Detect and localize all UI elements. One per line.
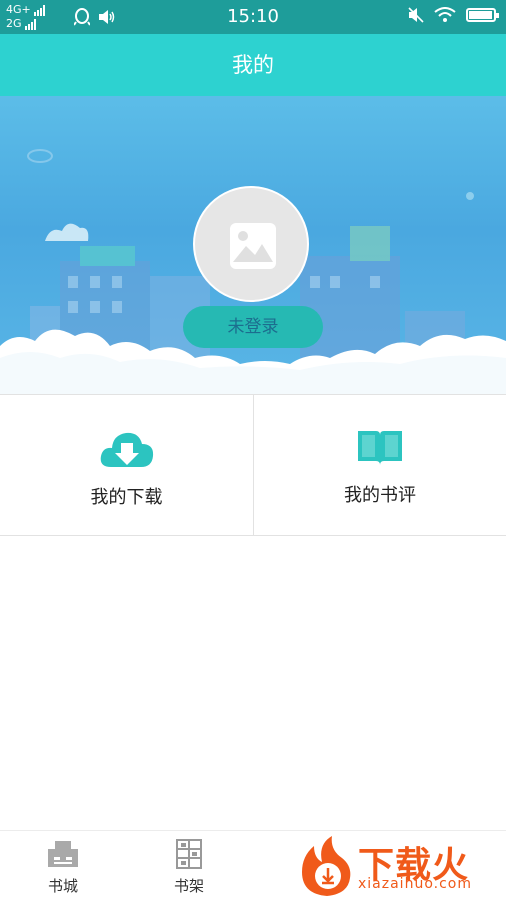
feature-grid: 我的下载 我的书评 xyxy=(0,394,506,536)
tab-bookstore[interactable]: 书城 xyxy=(28,839,98,896)
image-placeholder-icon xyxy=(230,223,276,269)
login-button[interactable]: 未登录 xyxy=(183,306,323,348)
bookshelf-icon xyxy=(176,839,202,869)
tab-bookstore-label: 书城 xyxy=(47,877,78,895)
profile-banner: 未登录 xyxy=(0,96,506,394)
cloud-download-icon xyxy=(100,432,153,467)
watermark-logo: 下载火 xiazaihuo.com xyxy=(298,832,506,900)
my-downloads-label: 我的下载 xyxy=(90,487,163,508)
page-title: 我的 xyxy=(0,34,506,96)
status-bar: 4G+ 2G 15:10 xyxy=(0,0,506,34)
mute-icon xyxy=(408,7,424,23)
watermark-url: xiazaihuo.com xyxy=(358,876,472,892)
open-book-icon xyxy=(358,431,402,465)
fire-logo-icon xyxy=(302,836,351,896)
my-downloads-button[interactable]: 我的下载 xyxy=(0,395,253,536)
tab-bookshelf-label: 书架 xyxy=(173,877,204,895)
my-reviews-button[interactable]: 我的书评 xyxy=(253,395,506,536)
wifi-icon xyxy=(434,7,456,22)
my-reviews-label: 我的书评 xyxy=(344,485,416,506)
tab-bookshelf[interactable]: 书架 xyxy=(154,839,224,896)
battery-icon xyxy=(466,8,499,22)
bookstore-icon xyxy=(48,841,78,867)
avatar[interactable] xyxy=(193,186,309,302)
